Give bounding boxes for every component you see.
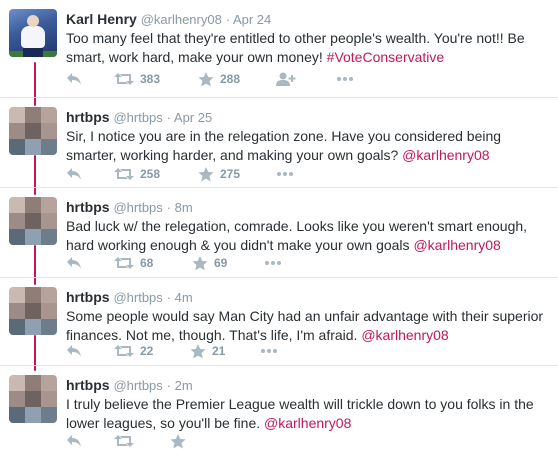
like-button[interactable]: 288 (198, 70, 240, 88)
retweet-icon (114, 168, 134, 180)
tweet-text: I truly believe the Premier League wealt… (66, 396, 534, 431)
mention-link[interactable]: @karlhenry08 (413, 237, 500, 253)
reply-button[interactable] (66, 165, 82, 183)
retweet-button[interactable] (114, 432, 140, 450)
pixelated-avatar (9, 287, 57, 335)
reply-button[interactable] (66, 70, 82, 88)
author-name[interactable]: hrtbps (66, 377, 110, 393)
more-button[interactable] (276, 165, 294, 183)
tweet-text: Some people would say Man City had an un… (66, 308, 544, 343)
like-button[interactable]: 275 (198, 165, 240, 183)
tweet-text: Sir, I notice you are in the relegation … (66, 128, 502, 163)
retweet-icon (114, 73, 134, 85)
retweet-count: 383 (140, 72, 161, 86)
tweet[interactable]: hrtbps @hrtbps · 8m Bad luck w/ the rele… (0, 188, 558, 278)
avatar[interactable] (9, 375, 57, 423)
player-photo (9, 9, 57, 57)
author-handle[interactable]: @hrtbps (113, 200, 162, 215)
avatar[interactable] (9, 287, 57, 335)
retweet-icon (114, 345, 134, 357)
tweet-timestamp[interactable]: · Apr 25 (167, 110, 213, 125)
author-handle[interactable]: @karlhenry08 (141, 12, 222, 27)
author-handle[interactable]: @hrtbps (113, 290, 162, 305)
follow-icon (276, 72, 296, 86)
mention-link[interactable]: @karlhenry08 (361, 327, 448, 343)
mention-link[interactable]: @karlhenry08 (402, 147, 489, 163)
author-name[interactable]: hrtbps (66, 289, 110, 305)
tweet-timestamp[interactable]: · Apr 24 (226, 12, 272, 27)
retweet-count: 258 (140, 167, 161, 181)
tweet[interactable]: hrtbps @hrtbps · 2m I truly believe the … (0, 366, 558, 455)
more-icon (337, 77, 353, 81)
like-star-icon (190, 343, 206, 358)
reply-icon (67, 73, 81, 85)
tweet-timestamp[interactable]: · 4m (167, 290, 193, 305)
tweet[interactable]: hrtbps @hrtbps · 4m Some people would sa… (0, 278, 558, 366)
retweet-icon (114, 257, 134, 269)
retweet-button[interactable]: 22 (114, 342, 153, 360)
like-count: 69 (214, 256, 228, 270)
pixelated-avatar (9, 197, 57, 245)
more-icon (261, 349, 277, 353)
like-count: 275 (220, 167, 241, 181)
like-star-icon (170, 433, 186, 448)
like-button[interactable]: 69 (192, 254, 227, 272)
reply-button[interactable] (66, 342, 82, 360)
avatar[interactable] (9, 9, 57, 57)
retweet-button[interactable]: 383 (114, 70, 160, 88)
author-name[interactable]: Karl Henry (66, 11, 137, 27)
more-icon (277, 172, 293, 176)
reply-button[interactable] (66, 432, 82, 450)
tweet-text: Too many feel that they're entitled to o… (66, 30, 525, 65)
like-count: 21 (212, 344, 226, 358)
like-button[interactable]: 21 (190, 342, 225, 360)
tweet[interactable]: Karl Henry @karlhenry08 · Apr 24 Too man… (0, 0, 558, 98)
author-name[interactable]: hrtbps (66, 109, 110, 125)
tweet-timestamp[interactable]: · 8m (167, 200, 193, 215)
more-icon (265, 261, 281, 265)
retweet-count: 22 (140, 344, 154, 358)
like-star-icon (198, 166, 214, 181)
more-button[interactable] (260, 342, 278, 360)
reply-icon (67, 345, 81, 357)
author-name[interactable]: hrtbps (66, 199, 110, 215)
like-count: 288 (220, 72, 241, 86)
retweet-count: 68 (140, 256, 154, 270)
follow-button[interactable] (276, 70, 296, 88)
retweet-button[interactable]: 258 (114, 165, 160, 183)
like-star-icon (192, 255, 208, 270)
reply-icon (67, 168, 81, 180)
retweet-icon (114, 435, 134, 447)
pixelated-avatar (9, 107, 57, 155)
reply-icon (67, 257, 81, 269)
tweet-text: Bad luck w/ the relegation, comrade. Loo… (66, 218, 528, 253)
tweet[interactable]: hrtbps @hrtbps · Apr 25 Sir, I notice yo… (0, 98, 558, 188)
pixelated-avatar (9, 375, 57, 423)
tweet-timestamp[interactable]: · 2m (167, 378, 193, 393)
reply-icon (67, 435, 81, 447)
hashtag-link[interactable]: #VoteConservative (327, 49, 445, 65)
reply-button[interactable] (66, 254, 82, 272)
like-star-icon (198, 71, 214, 86)
avatar[interactable] (9, 107, 57, 155)
author-handle[interactable]: @hrtbps (113, 110, 162, 125)
avatar[interactable] (9, 197, 57, 245)
author-handle[interactable]: @hrtbps (113, 378, 162, 393)
retweet-button[interactable]: 68 (114, 254, 153, 272)
more-button[interactable] (264, 254, 282, 272)
like-button[interactable] (170, 432, 192, 450)
more-button[interactable] (336, 70, 354, 88)
mention-link[interactable]: @karlhenry08 (264, 415, 351, 431)
